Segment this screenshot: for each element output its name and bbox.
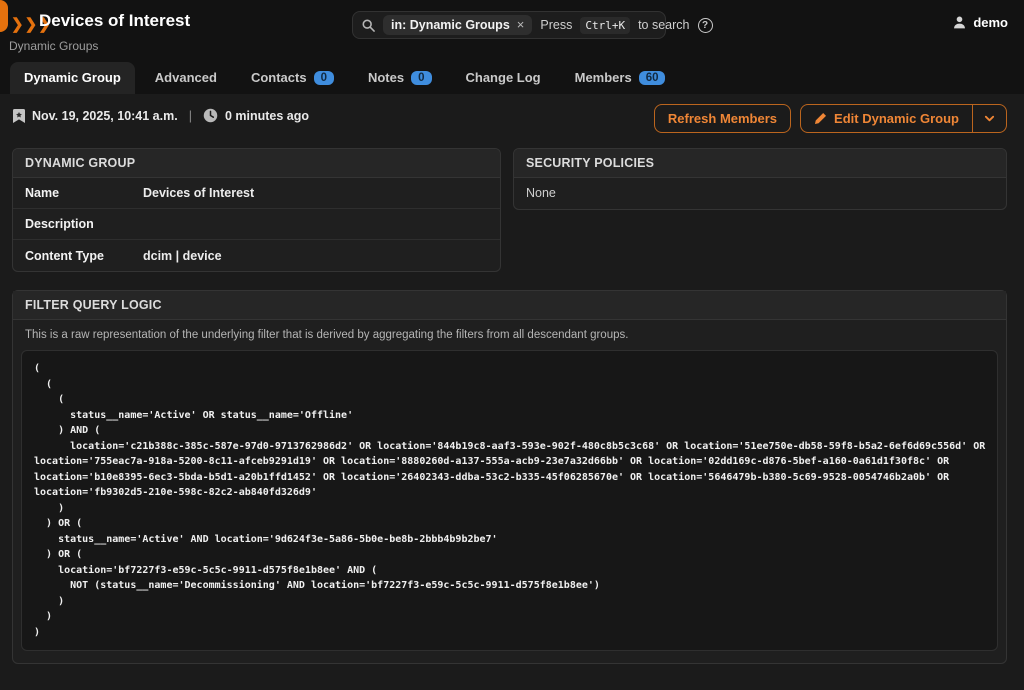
row-value: dcim | device bbox=[143, 241, 222, 271]
tab-notes[interactable]: Notes 0 bbox=[354, 62, 446, 94]
clock-icon bbox=[203, 108, 218, 123]
security-policies-panel-title: SECURITY POLICIES bbox=[514, 149, 1006, 178]
search-help-icon[interactable]: ? bbox=[698, 18, 713, 33]
tab-dynamic-group[interactable]: Dynamic Group bbox=[10, 62, 135, 94]
security-policies-value: None bbox=[514, 178, 1006, 209]
user-icon bbox=[952, 15, 967, 30]
meta-divider: | bbox=[185, 109, 196, 123]
table-row: Name Devices of Interest bbox=[13, 178, 500, 209]
filter-query-code: ( ( ( status__name='Active' OR status__n… bbox=[21, 350, 998, 651]
user-menu[interactable]: demo bbox=[952, 15, 1008, 30]
top-bar: ❯❯❯ Devices of Interest Dynamic Groups i… bbox=[0, 0, 1024, 94]
last-updated-text: 0 minutes ago bbox=[225, 109, 309, 123]
chip-close-icon[interactable]: × bbox=[517, 20, 525, 30]
action-buttons: Refresh Members Edit Dynamic Group bbox=[654, 104, 1007, 133]
tab-count-badge: 0 bbox=[314, 71, 334, 85]
search-filter-chip-label: in: Dynamic Groups bbox=[391, 18, 510, 32]
tab-label: Advanced bbox=[155, 70, 217, 85]
tab-advanced[interactable]: Advanced bbox=[141, 62, 231, 94]
keyboard-shortcut-badge: Ctrl+K bbox=[580, 17, 630, 34]
object-meta-row: Nov. 19, 2025, 10:41 a.m. | 0 minutes ag… bbox=[13, 108, 309, 123]
row-label: Name bbox=[13, 178, 143, 208]
global-search-input[interactable]: in: Dynamic Groups × Press Ctrl+K to sea… bbox=[352, 11, 666, 39]
filter-query-logic-panel: FILTER QUERY LOGIC This is a raw represe… bbox=[12, 290, 1007, 664]
row-value: Devices of Interest bbox=[143, 178, 254, 208]
tab-change-log[interactable]: Change Log bbox=[452, 62, 555, 94]
tab-bar: Dynamic Group Advanced Contacts 0 Notes … bbox=[10, 62, 685, 94]
edit-dynamic-group-label: Edit Dynamic Group bbox=[834, 111, 959, 126]
tab-label: Members bbox=[575, 70, 632, 85]
user-name: demo bbox=[973, 15, 1008, 30]
table-row: Content Type dcim | device bbox=[13, 240, 500, 271]
tab-count-badge: 60 bbox=[639, 71, 666, 85]
created-timestamp: Nov. 19, 2025, 10:41 a.m. bbox=[32, 109, 178, 123]
edit-split-button: Edit Dynamic Group bbox=[800, 104, 1007, 133]
tab-count-badge: 0 bbox=[411, 71, 431, 85]
security-policies-panel: SECURITY POLICIES None bbox=[513, 148, 1007, 210]
main-content: Nov. 19, 2025, 10:41 a.m. | 0 minutes ag… bbox=[0, 94, 1024, 690]
refresh-members-label: Refresh Members bbox=[668, 111, 777, 126]
tab-label: Contacts bbox=[251, 70, 307, 85]
row-label: Description bbox=[13, 209, 143, 239]
filter-query-description: This is a raw representation of the unde… bbox=[13, 320, 1006, 344]
search-filter-chip[interactable]: in: Dynamic Groups × bbox=[383, 15, 532, 35]
tab-contacts[interactable]: Contacts 0 bbox=[237, 62, 348, 94]
bookmark-icon bbox=[13, 109, 25, 123]
breadcrumb[interactable]: Dynamic Groups bbox=[9, 39, 98, 53]
search-hint-press: Press bbox=[540, 18, 572, 32]
tab-members[interactable]: Members 60 bbox=[561, 62, 680, 94]
tab-label: Change Log bbox=[466, 70, 541, 85]
page-title: Devices of Interest bbox=[39, 11, 190, 31]
row-label: Content Type bbox=[13, 241, 143, 271]
dynamic-group-panel-title: DYNAMIC GROUP bbox=[13, 149, 500, 178]
edit-dynamic-group-button[interactable]: Edit Dynamic Group bbox=[801, 105, 972, 132]
nav-flyout-handle[interactable] bbox=[0, 0, 8, 32]
pencil-icon bbox=[814, 112, 827, 125]
edit-dropdown-toggle[interactable] bbox=[972, 105, 1006, 132]
search-hint-suffix: to search bbox=[638, 18, 689, 32]
panel-grid: DYNAMIC GROUP Name Devices of Interest D… bbox=[12, 148, 1007, 272]
chevron-down-icon bbox=[984, 113, 995, 124]
dynamic-group-panel: DYNAMIC GROUP Name Devices of Interest D… bbox=[12, 148, 501, 272]
filter-query-logic-title: FILTER QUERY LOGIC bbox=[13, 291, 1006, 320]
tab-label: Dynamic Group bbox=[24, 70, 121, 85]
search-icon bbox=[362, 19, 375, 32]
tab-label: Notes bbox=[368, 70, 404, 85]
refresh-members-button[interactable]: Refresh Members bbox=[654, 104, 791, 133]
table-row: Description bbox=[13, 209, 500, 240]
